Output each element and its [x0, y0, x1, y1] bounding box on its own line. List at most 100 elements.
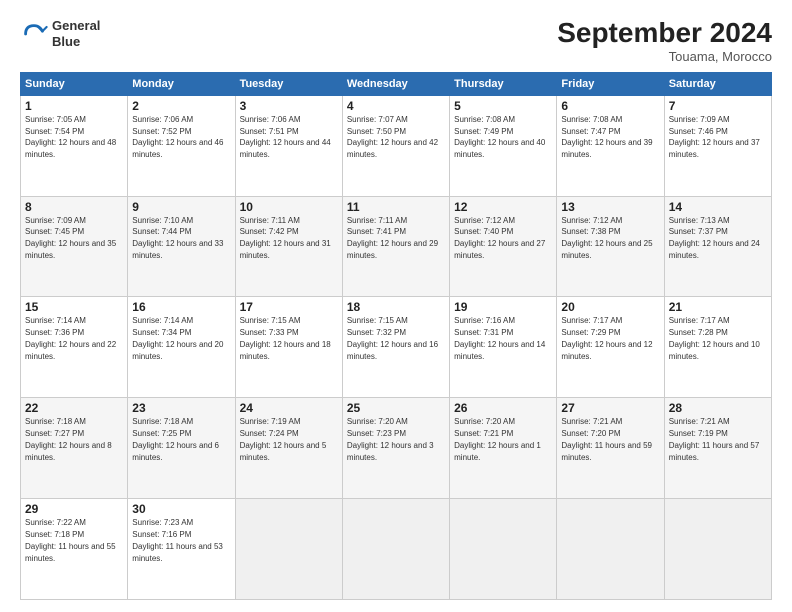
calendar-cell: 25 Sunrise: 7:20 AMSunset: 7:23 PMDayligh…	[342, 398, 449, 499]
day-info: Sunrise: 7:08 AMSunset: 7:49 PMDaylight:…	[454, 115, 545, 159]
day-number: 17	[240, 300, 338, 314]
calendar-cell: 2Sunrise: 7:06 AMSunset: 7:52 PMDaylight…	[128, 95, 235, 196]
calendar-cell: 14Sunrise: 7:13 AMSunset: 7:37 PMDayligh…	[664, 196, 771, 297]
day-number: 11	[347, 200, 445, 214]
day-number: 20	[561, 300, 659, 314]
calendar-cell: 30Sunrise: 7:23 AMSunset: 7:16 PMDayligh…	[128, 499, 235, 600]
logo: General Blue	[20, 18, 100, 49]
day-info: Sunrise: 7:11 AMSunset: 7:41 PMDaylight:…	[347, 216, 438, 260]
calendar-cell: 27 Sunrise: 7:21 AMSunset: 7:20 PMDayligh…	[557, 398, 664, 499]
day-number: 8	[25, 200, 123, 214]
day-number: 9	[132, 200, 230, 214]
day-info: Sunrise: 7:23 AMSunset: 7:16 PMDaylight:…	[132, 518, 223, 562]
day-number: 5	[454, 99, 552, 113]
day-number: 29	[25, 502, 123, 516]
day-info: Sunrise: 7:08 AMSunset: 7:47 PMDaylight:…	[561, 115, 652, 159]
day-info: Sunrise: 7:09 AMSunset: 7:46 PMDaylight:…	[669, 115, 760, 159]
calendar-cell: 19 Sunrise: 7:16 AMSunset: 7:31 PMDayligh…	[450, 297, 557, 398]
day-info: Sunrise: 7:09 AMSunset: 7:45 PMDaylight:…	[25, 216, 116, 260]
calendar-cell	[557, 499, 664, 600]
calendar-cell: 15 Sunrise: 7:14 AMSunset: 7:36 PMDayligh…	[21, 297, 128, 398]
day-info: Sunrise: 7:15 AMSunset: 7:33 PMDaylight:…	[240, 316, 331, 360]
day-info: Sunrise: 7:07 AMSunset: 7:50 PMDaylight:…	[347, 115, 438, 159]
day-info: Sunrise: 7:18 AMSunset: 7:27 PMDaylight:…	[25, 417, 112, 461]
calendar-cell: 24 Sunrise: 7:19 AMSunset: 7:24 PMDayligh…	[235, 398, 342, 499]
day-info: Sunrise: 7:20 AMSunset: 7:21 PMDaylight:…	[454, 417, 541, 461]
weekday-header: Sunday	[21, 72, 128, 95]
day-info: Sunrise: 7:06 AMSunset: 7:52 PMDaylight:…	[132, 115, 223, 159]
day-number: 26	[454, 401, 552, 415]
calendar-cell: 1 Sunrise: 7:05 AMSunset: 7:54 PMDaylight…	[21, 95, 128, 196]
day-info: Sunrise: 7:21 AMSunset: 7:20 PMDaylight:…	[561, 417, 652, 461]
day-number: 23	[132, 401, 230, 415]
page: General Blue September 2024 Touama, Moro…	[0, 0, 792, 612]
day-info: Sunrise: 7:19 AMSunset: 7:24 PMDaylight:…	[240, 417, 327, 461]
day-info: Sunrise: 7:17 AMSunset: 7:29 PMDaylight:…	[561, 316, 652, 360]
calendar-cell: 13 Sunrise: 7:12 AMSunset: 7:38 PMDayligh…	[557, 196, 664, 297]
day-number: 13	[561, 200, 659, 214]
day-number: 25	[347, 401, 445, 415]
weekday-header: Thursday	[450, 72, 557, 95]
day-number: 27	[561, 401, 659, 415]
calendar-cell	[342, 499, 449, 600]
day-number: 28	[669, 401, 767, 415]
day-number: 18	[347, 300, 445, 314]
month-title: September 2024	[557, 18, 772, 49]
calendar-cell: 9 Sunrise: 7:10 AMSunset: 7:44 PMDaylight…	[128, 196, 235, 297]
day-info: Sunrise: 7:15 AMSunset: 7:32 PMDaylight:…	[347, 316, 438, 360]
calendar-cell	[450, 499, 557, 600]
day-number: 22	[25, 401, 123, 415]
weekday-header: Tuesday	[235, 72, 342, 95]
calendar-cell: 12 Sunrise: 7:12 AMSunset: 7:40 PMDayligh…	[450, 196, 557, 297]
day-number: 19	[454, 300, 552, 314]
day-number: 24	[240, 401, 338, 415]
day-number: 12	[454, 200, 552, 214]
logo-icon	[20, 20, 48, 48]
calendar-cell: 26 Sunrise: 7:20 AMSunset: 7:21 PMDayligh…	[450, 398, 557, 499]
calendar-table: SundayMondayTuesdayWednesdayThursdayFrid…	[20, 72, 772, 600]
calendar-cell: 5 Sunrise: 7:08 AMSunset: 7:49 PMDaylight…	[450, 95, 557, 196]
calendar-cell: 10Sunrise: 7:11 AMSunset: 7:42 PMDayligh…	[235, 196, 342, 297]
day-number: 16	[132, 300, 230, 314]
weekday-header: Wednesday	[342, 72, 449, 95]
day-info: Sunrise: 7:20 AMSunset: 7:23 PMDaylight:…	[347, 417, 434, 461]
title-area: September 2024 Touama, Morocco	[557, 18, 772, 64]
day-info: Sunrise: 7:14 AMSunset: 7:34 PMDaylight:…	[132, 316, 223, 360]
day-number: 15	[25, 300, 123, 314]
location: Touama, Morocco	[557, 49, 772, 64]
weekday-header: Monday	[128, 72, 235, 95]
calendar-cell: 18 Sunrise: 7:15 AMSunset: 7:32 PMDayligh…	[342, 297, 449, 398]
calendar-cell: 3 Sunrise: 7:06 AMSunset: 7:51 PMDaylight…	[235, 95, 342, 196]
day-number: 6	[561, 99, 659, 113]
day-info: Sunrise: 7:12 AMSunset: 7:38 PMDaylight:…	[561, 216, 652, 260]
day-info: Sunrise: 7:12 AMSunset: 7:40 PMDaylight:…	[454, 216, 545, 260]
day-info: Sunrise: 7:17 AMSunset: 7:28 PMDaylight:…	[669, 316, 760, 360]
day-info: Sunrise: 7:06 AMSunset: 7:51 PMDaylight:…	[240, 115, 331, 159]
calendar-cell: 16 Sunrise: 7:14 AMSunset: 7:34 PMDayligh…	[128, 297, 235, 398]
day-info: Sunrise: 7:14 AMSunset: 7:36 PMDaylight:…	[25, 316, 116, 360]
day-info: Sunrise: 7:22 AMSunset: 7:18 PMDaylight:…	[25, 518, 116, 562]
day-number: 14	[669, 200, 767, 214]
day-info: Sunrise: 7:10 AMSunset: 7:44 PMDaylight:…	[132, 216, 223, 260]
calendar-cell: 22 Sunrise: 7:18 AMSunset: 7:27 PMDayligh…	[21, 398, 128, 499]
calendar-cell: 8 Sunrise: 7:09 AMSunset: 7:45 PMDaylight…	[21, 196, 128, 297]
day-number: 7	[669, 99, 767, 113]
logo-text: General Blue	[52, 18, 100, 49]
day-info: Sunrise: 7:18 AMSunset: 7:25 PMDaylight:…	[132, 417, 219, 461]
calendar-cell: 4Sunrise: 7:07 AMSunset: 7:50 PMDaylight…	[342, 95, 449, 196]
calendar-cell: 11 Sunrise: 7:11 AMSunset: 7:41 PMDayligh…	[342, 196, 449, 297]
calendar-cell: 7 Sunrise: 7:09 AMSunset: 7:46 PMDaylight…	[664, 95, 771, 196]
calendar-cell: 28Sunrise: 7:21 AMSunset: 7:19 PMDayligh…	[664, 398, 771, 499]
weekday-header: Saturday	[664, 72, 771, 95]
day-number: 1	[25, 99, 123, 113]
weekday-header: Friday	[557, 72, 664, 95]
calendar-cell	[235, 499, 342, 600]
day-info: Sunrise: 7:16 AMSunset: 7:31 PMDaylight:…	[454, 316, 545, 360]
calendar-cell: 20 Sunrise: 7:17 AMSunset: 7:29 PMDayligh…	[557, 297, 664, 398]
day-number: 21	[669, 300, 767, 314]
day-info: Sunrise: 7:05 AMSunset: 7:54 PMDaylight:…	[25, 115, 116, 159]
header: General Blue September 2024 Touama, Moro…	[20, 18, 772, 64]
day-number: 10	[240, 200, 338, 214]
day-number: 3	[240, 99, 338, 113]
calendar-cell	[664, 499, 771, 600]
